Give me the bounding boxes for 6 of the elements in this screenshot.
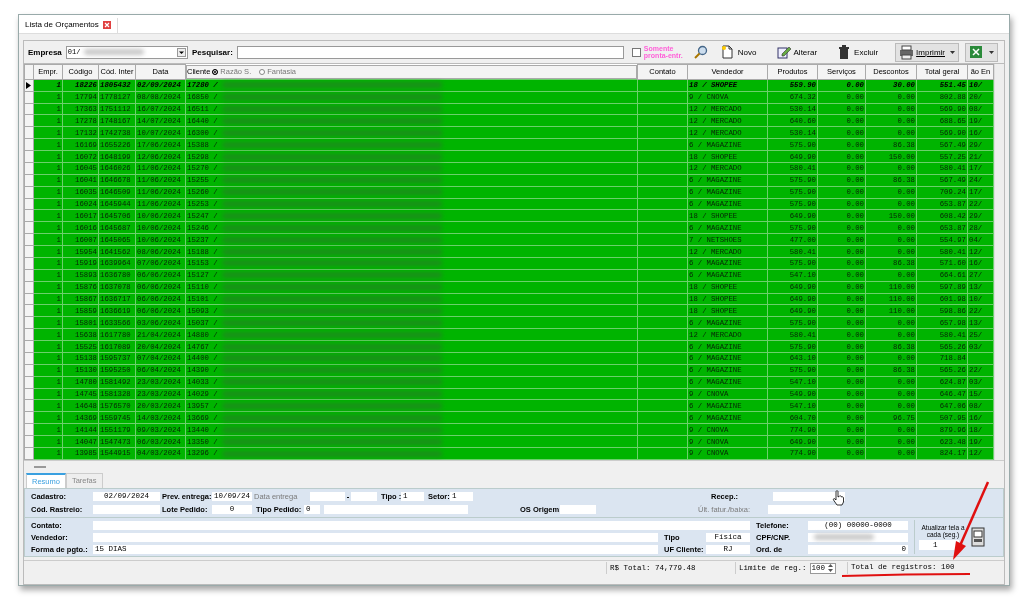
search-label: Pesquisar: bbox=[191, 47, 233, 57]
empresa-label: Empresa bbox=[28, 47, 62, 57]
new-button[interactable]: Novo bbox=[717, 43, 760, 61]
print-button[interactable]: Imprimir bbox=[895, 42, 959, 62]
delete-button[interactable]: Excluir bbox=[834, 43, 882, 61]
edit-button[interactable]: Alterar bbox=[773, 43, 821, 61]
